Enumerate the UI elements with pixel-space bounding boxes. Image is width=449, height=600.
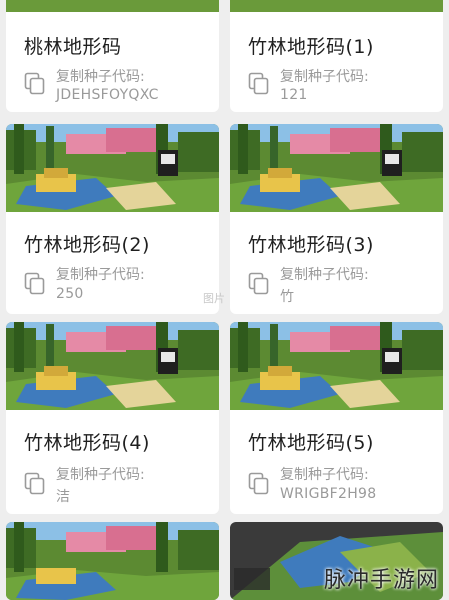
copy-icon[interactable] [248,72,270,96]
seed-title: 竹林地形码(3) [248,234,374,256]
seed-title: 桃林地形码 [24,36,122,58]
seed-code[interactable]: 121 [280,87,308,103]
copy-seed-label[interactable]: 复制种子代码: [56,66,145,86]
copy-icon[interactable] [248,472,270,496]
terrain-thumbnail [230,124,443,212]
copy-icon[interactable] [24,72,46,96]
seed-code[interactable]: WRIGBF2H98 [280,486,376,502]
seed-title: 竹林地形码(4) [24,432,150,454]
copy-seed-label[interactable]: 复制种子代码: [56,464,145,484]
seed-title: 竹林地形码(5) [248,432,374,454]
seed-card[interactable]: 竹林地形码(1) 复制种子代码: 121 [230,0,443,112]
seed-card[interactable]: 竹林地形码(4) 复制种子代码: 洁 [6,322,219,514]
seed-code[interactable]: 竹 [280,286,294,306]
seed-card[interactable] [6,522,219,600]
seed-code[interactable]: JDEHSFOYQXC [56,87,159,103]
seed-card[interactable]: 竹林地形码(3) 复制种子代码: 竹 [230,124,443,314]
copy-icon[interactable] [248,272,270,296]
terrain-thumbnail [6,0,219,12]
copy-seed-label[interactable]: 复制种子代码: [280,66,369,86]
copy-icon[interactable] [24,272,46,296]
seed-code[interactable]: 250 [56,286,84,302]
center-watermark: 图片 [203,292,225,305]
terrain-thumbnail [230,322,443,410]
seed-title: 竹林地形码(1) [248,36,374,58]
terrain-thumbnail [230,0,443,12]
copy-seed-label[interactable]: 复制种子代码: [280,264,369,284]
seed-code[interactable]: 洁 [56,486,70,506]
terrain-thumbnail [6,124,219,212]
site-watermark: 脉冲手游网 [323,568,439,593]
copy-icon[interactable] [24,472,46,496]
terrain-thumbnail [6,322,219,410]
seed-title: 竹林地形码(2) [24,234,150,256]
seed-card-grid: 桃林地形码 复制种子代码: JDEHSFOYQXC 竹林地形码(1) 复制种子代… [0,0,449,600]
seed-card[interactable]: 竹林地形码(5) 复制种子代码: WRIGBF2H98 [230,322,443,514]
seed-card[interactable]: 竹林地形码(2) 复制种子代码: 250 [6,124,219,314]
copy-seed-label[interactable]: 复制种子代码: [280,464,369,484]
terrain-thumbnail [6,522,219,600]
copy-seed-label[interactable]: 复制种子代码: [56,264,145,284]
seed-card[interactable]: 桃林地形码 复制种子代码: JDEHSFOYQXC [6,0,219,112]
